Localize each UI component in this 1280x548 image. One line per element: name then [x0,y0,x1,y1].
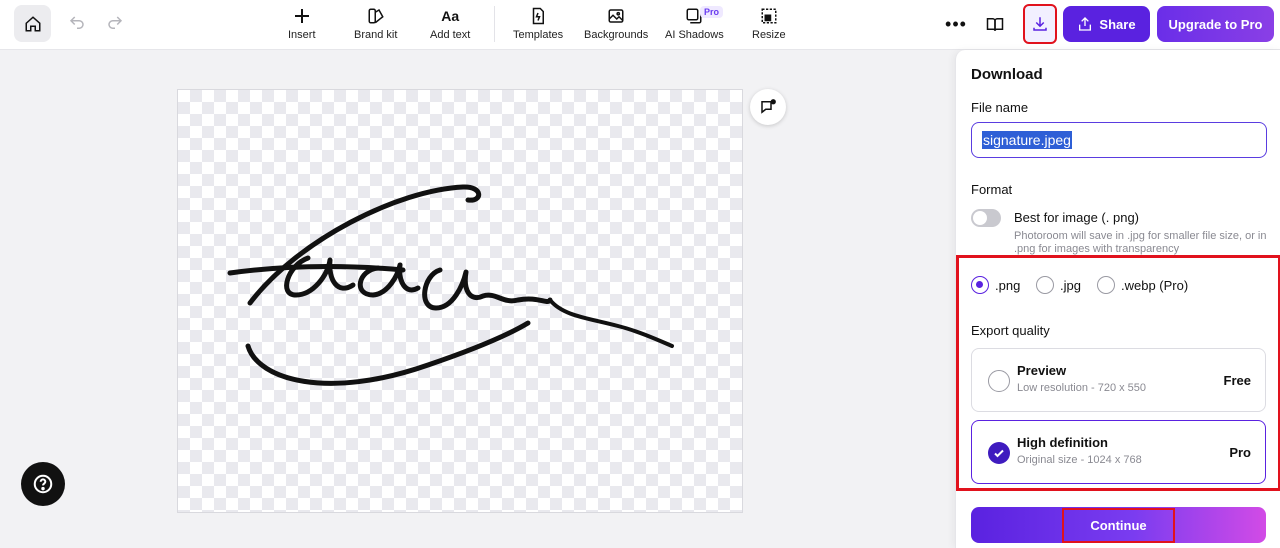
quality-hd-title: High definition [1017,435,1108,450]
toolbar-brand-kit-label: Brand kit [354,29,398,41]
radio-unselected [1097,276,1115,294]
question-icon [33,474,53,494]
more-icon: ••• [945,13,967,34]
text-icon: Aa [441,8,460,24]
download-panel: Download File name signature.jpeg Format… [955,50,1280,548]
plus-icon [294,9,309,23]
file-name-value: signature.jpeg [982,131,1072,149]
backgrounds-icon [608,9,624,23]
quality-preview-title: Preview [1017,363,1067,378]
help-button[interactable] [21,462,65,506]
toolbar-backgrounds-label: Backgrounds [584,29,649,41]
quality-option-preview[interactable]: Preview Low resolution - 720 x 550 Free [971,348,1266,412]
quality-preview-tag: Free [1223,373,1251,388]
redo-icon [108,16,123,29]
book-button[interactable] [983,12,1007,36]
toolbar-backgrounds[interactable]: Backgrounds [584,6,648,41]
redo-button[interactable] [104,12,126,34]
comment-button[interactable] [750,89,786,125]
ai-shadows-pro-badge: Pro [700,6,724,18]
toolbar-divider [494,6,495,42]
toolbar-add-text-label: Add text [430,29,471,41]
format-jpg-label: .jpg [1060,277,1081,293]
resize-icon [761,8,777,24]
toolbar-brand-kit[interactable]: Brand kit [354,6,397,41]
toolbar-add-text[interactable]: Aa Add text [430,6,470,41]
download-icon [1033,17,1047,31]
check-icon [988,442,1010,464]
undo-icon [69,16,84,29]
radio-selected [971,276,989,294]
top-toolbar: Insert Brand kit Aa Add text Templates B… [0,0,1280,50]
toolbar-ai-shadows-label: AI Shadows [665,29,724,41]
share-label: Share [1099,16,1136,32]
toolbar-templates[interactable]: Templates [513,6,563,41]
quality-hd-subtitle: Original size - 1024 x 768 [1017,454,1142,466]
download-panel-title: Download [971,66,1043,83]
continue-label: Continue [1062,507,1175,543]
format-webp-label: .webp (Pro) [1121,277,1189,293]
home-icon [25,15,40,31]
upgrade-to-pro-button[interactable]: Upgrade to Pro [1157,6,1274,42]
file-name-label: File name [971,100,1029,115]
export-quality-label: Export quality [971,323,1050,338]
comment-icon [761,99,776,114]
more-options-button[interactable]: ••• [944,12,968,36]
format-option-webp[interactable]: .webp (Pro) [1097,276,1188,294]
editor-canvas[interactable] [177,89,743,513]
toolbar-templates-label: Templates [513,29,564,41]
quality-option-high-definition[interactable]: High definition Original size - 1024 x 7… [971,420,1266,484]
home-button[interactable] [14,5,51,42]
brand-kit-icon [368,8,384,24]
format-png-label: .png [995,277,1021,293]
format-label: Format [971,182,1013,197]
book-icon [986,18,1004,31]
signature-image [227,184,674,386]
best-for-image-label: Best for image (. png) [1014,210,1139,225]
quality-hd-tag: Pro [1229,445,1251,460]
best-for-image-note: Photoroom will save in .jpg for smaller … [1014,230,1267,255]
toolbar-resize[interactable]: Resize [752,6,786,41]
upgrade-label: Upgrade to Pro [1168,16,1263,32]
radio-unselected [1036,276,1054,294]
download-button[interactable] [1023,4,1057,44]
toolbar-resize-label: Resize [752,29,786,41]
templates-icon [532,7,545,25]
radio-unselected [988,370,1010,392]
share-icon [1079,17,1092,31]
format-option-jpg[interactable]: .jpg [1036,276,1081,294]
toolbar-insert-label: Insert [288,29,316,41]
toolbar-insert[interactable]: Insert [288,6,316,41]
share-button[interactable]: Share [1063,6,1150,42]
undo-button[interactable] [66,12,88,34]
format-option-png[interactable]: .png [971,276,1020,294]
best-for-image-toggle[interactable] [971,209,1001,227]
file-name-input[interactable]: signature.jpeg [971,122,1267,158]
continue-button[interactable]: Continue [971,507,1266,543]
quality-preview-subtitle: Low resolution - 720 x 550 [1017,382,1147,394]
